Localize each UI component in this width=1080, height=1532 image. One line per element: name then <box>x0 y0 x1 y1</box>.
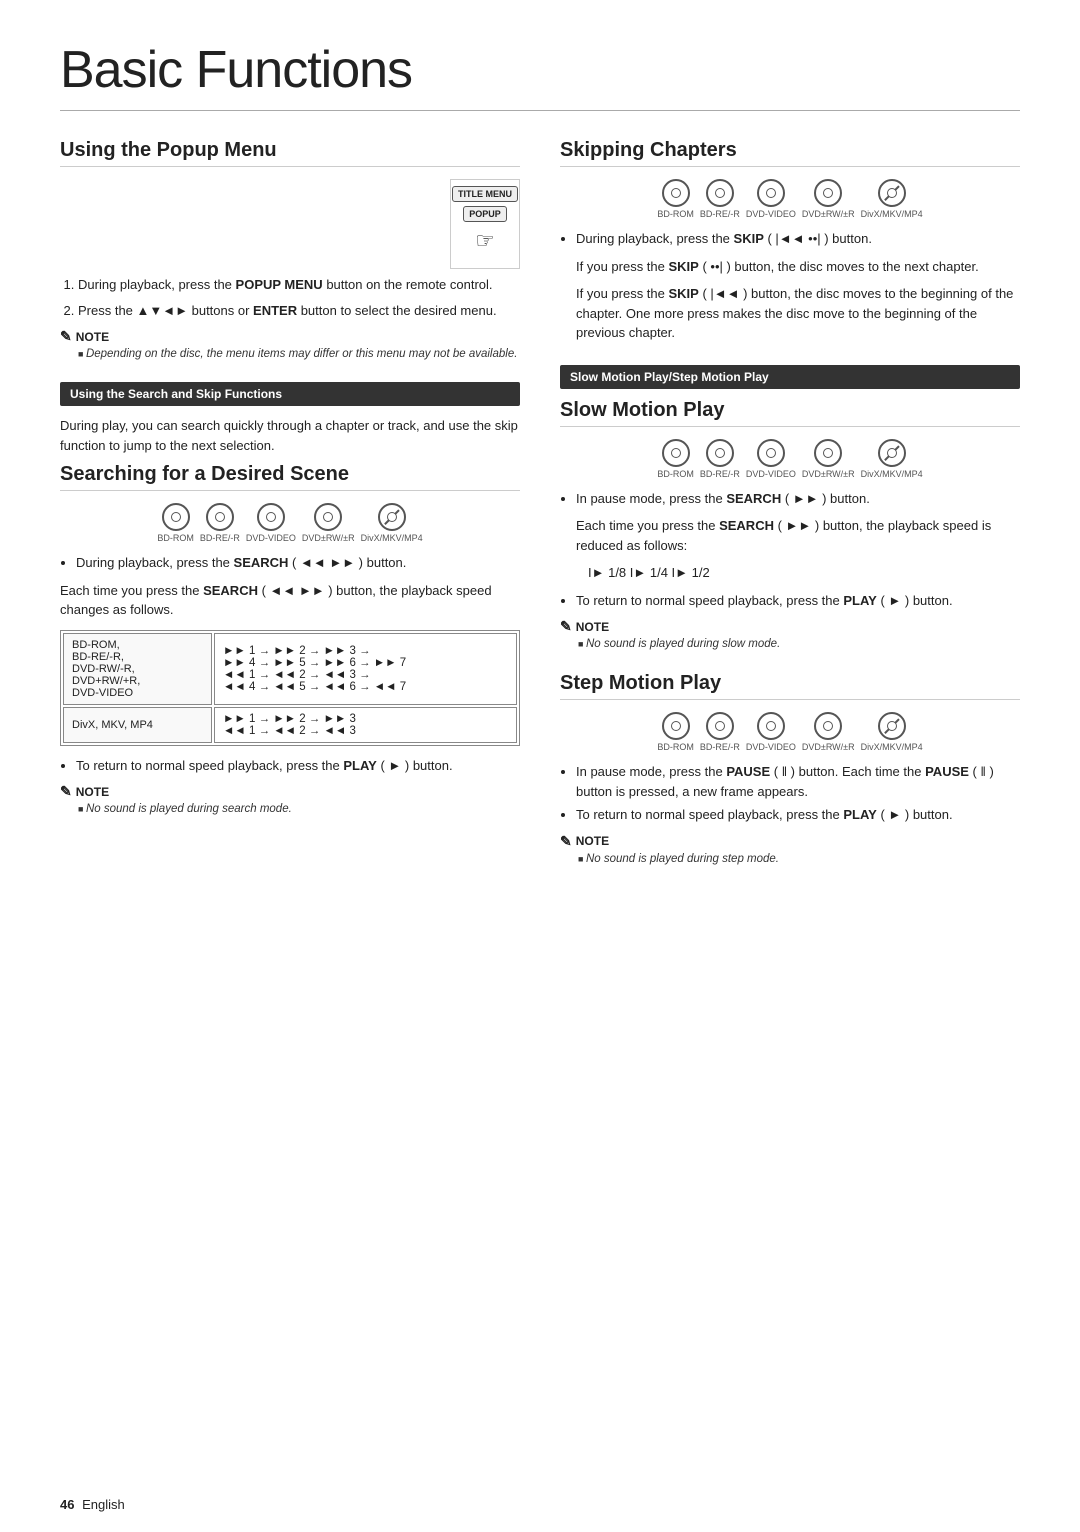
skipping-title: Skipping Chapters <box>560 139 1020 167</box>
note-icon: ✎ <box>60 328 72 345</box>
skipping-disc-icons: BD-ROM BD-RE/-R DVD-VIDEO DVD±RW/±R DivX… <box>560 179 1020 219</box>
search-skip-description: During play, you can search quickly thro… <box>60 416 520 455</box>
popup-menu-title: Using the Popup Menu <box>60 139 520 167</box>
searching-section: Searching for a Desired Scene BD-ROM BD-… <box>60 463 520 815</box>
step-disc-dvd-rw: DVD±RW/±R <box>802 712 855 752</box>
step-note: ✎ NOTE No sound is played during step mo… <box>560 833 1020 865</box>
step-note-text: No sound is played during step mode. <box>578 853 1020 865</box>
searching-note-title: ✎ NOTE <box>60 783 520 800</box>
search-skip-banner: Using the Search and Skip Functions <box>60 382 520 406</box>
page-language: English <box>82 1497 125 1512</box>
searching-note-text: No sound is played during search mode. <box>78 803 520 815</box>
skipping-bullet-1: During playback, press the SKIP ( |◄◄ ••… <box>576 229 1020 249</box>
disc-dvd-rw-r-circle <box>314 503 342 531</box>
slow-motion-section: Slow Motion Play BD-ROM BD-RE/-R DVD-VID… <box>560 399 1020 651</box>
remote-control-image: TITLE MENU POPUP ☞ <box>450 179 520 269</box>
skip-disc-dvd-rw: DVD±RW/±R <box>802 179 855 219</box>
step-disc-icons: BD-ROM BD-RE/-R DVD-VIDEO DVD±RW/±R DivX… <box>560 712 1020 752</box>
skipping-para-1: If you press the SKIP ( ••| ) button, th… <box>576 257 1020 277</box>
popup-note-text: Depending on the disc, the menu items ma… <box>78 348 520 360</box>
right-column: Skipping Chapters BD-ROM BD-RE/-R DVD-VI… <box>560 139 1020 887</box>
note-icon-2: ✎ <box>60 783 72 800</box>
speed-table: BD-ROM,BD-RE/-R,DVD-RW/-R,DVD+RW/+R,DVD-… <box>60 630 520 746</box>
left-column: Using the Popup Menu TITLE MENU POPUP ☞ … <box>60 139 520 887</box>
searching-bullet-2: To return to normal speed playback, pres… <box>76 756 520 776</box>
slow-disc-icons: BD-ROM BD-RE/-R DVD-VIDEO DVD±RW/±R DivX… <box>560 439 1020 479</box>
slow-disc-bd-re-r: BD-RE/-R <box>700 439 740 479</box>
page-number: 46 <box>60 1497 74 1512</box>
step-motion-section: Step Motion Play BD-ROM BD-RE/-R DVD-VID… <box>560 672 1020 865</box>
speed-table-values-1: ►► 1 → ►► 2 → ►► 3 → ►► 4 → ►► 5 → ►► 6 … <box>214 633 517 705</box>
slow-bullets: In pause mode, press the SEARCH ( ►► ) b… <box>576 489 1020 509</box>
slow-note-text: No sound is played during slow mode. <box>578 638 1020 650</box>
hand-icon: ☞ <box>475 228 495 254</box>
skip-disc-bd-rom: BD-ROM <box>657 179 694 219</box>
disc-dvd-rw-r: DVD±RW/±R <box>302 503 355 543</box>
page-title: Basic Functions <box>60 40 1020 111</box>
slow-note: ✎ NOTE No sound is played during slow mo… <box>560 618 1020 650</box>
skip-disc-bd-re-r: BD-RE/-R <box>700 179 740 219</box>
step-bullet-2: To return to normal speed playback, pres… <box>576 805 1020 825</box>
speed-table-label-2: DivX, MKV, MP4 <box>63 707 212 743</box>
slow-disc-dvd-video: DVD-VIDEO <box>746 439 796 479</box>
step-bullet-1: In pause mode, press the PAUSE ( ‖ ) but… <box>576 762 1020 801</box>
step-note-title: ✎ NOTE <box>560 833 1020 850</box>
searching-note: ✎ NOTE No sound is played during search … <box>60 783 520 815</box>
slow-note-title: ✎ NOTE <box>560 618 1020 635</box>
speed-table-row-1: BD-ROM,BD-RE/-R,DVD-RW/-R,DVD+RW/+R,DVD-… <box>63 633 517 705</box>
speed-table-label-1: BD-ROM,BD-RE/-R,DVD-RW/-R,DVD+RW/+R,DVD-… <box>63 633 212 705</box>
popup-note: ✎ NOTE Depending on the disc, the menu i… <box>60 328 520 360</box>
disc-bd-rom-circle <box>162 503 190 531</box>
slow-speeds: I► 1/8 I► 1/4 I► 1/2 <box>588 563 1020 583</box>
speed-table-values-2: ►► 1 → ►► 2 → ►► 3 ◄◄ 1 → ◄◄ 2 → ◄◄ 3 <box>214 707 517 743</box>
disc-bd-re-r-circle <box>206 503 234 531</box>
slow-bullet-1: In pause mode, press the SEARCH ( ►► ) b… <box>576 489 1020 509</box>
slow-motion-title: Slow Motion Play <box>560 399 1020 427</box>
popup-button: POPUP <box>463 206 507 222</box>
disc-bd-re-r: BD-RE/-R <box>200 503 240 543</box>
slow-bullets-2: To return to normal speed playback, pres… <box>576 591 1020 611</box>
speed-table-row-2: DivX, MKV, MP4 ►► 1 → ►► 2 → ►► 3 ◄◄ 1 →… <box>63 707 517 743</box>
title-menu-button: TITLE MENU <box>452 186 518 202</box>
skip-disc-dvd-video: DVD-VIDEO <box>746 179 796 219</box>
disc-dvd-video-circle <box>257 503 285 531</box>
skip-disc-divx: DivX/MKV/MP4 <box>861 179 923 219</box>
disc-dvd-video: DVD-VIDEO <box>246 503 296 543</box>
popup-menu-section: Using the Popup Menu TITLE MENU POPUP ☞ … <box>60 139 520 360</box>
note-icon-4: ✎ <box>560 833 572 850</box>
searching-bullets: During playback, press the SEARCH ( ◄◄ ►… <box>76 553 520 573</box>
disc-divx-mkv: DivX/MKV/MP4 <box>361 503 423 543</box>
searching-disc-icons: BD-ROM BD-RE/-R DVD-VIDEO DVD±RW/±R DivX… <box>60 503 520 543</box>
searching-bullet-1: During playback, press the SEARCH ( ◄◄ ►… <box>76 553 520 573</box>
popup-note-title: ✎ NOTE <box>60 328 520 345</box>
popup-step-2: Press the ▲▼◄► buttons or ENTER button t… <box>78 301 520 321</box>
step-bullets: In pause mode, press the PAUSE ( ‖ ) but… <box>576 762 1020 825</box>
skipping-section: Skipping Chapters BD-ROM BD-RE/-R DVD-VI… <box>560 139 1020 343</box>
slow-bullet-2: To return to normal speed playback, pres… <box>576 591 1020 611</box>
slow-step-banner: Slow Motion Play/Step Motion Play <box>560 365 1020 389</box>
popup-step-1: During playback, press the POPUP MENU bu… <box>78 275 520 295</box>
slow-para-1: Each time you press the SEARCH ( ►► ) bu… <box>576 516 1020 555</box>
popup-steps: During playback, press the POPUP MENU bu… <box>78 275 520 320</box>
skipping-para-2: If you press the SKIP ( |◄◄ ) button, th… <box>576 284 1020 343</box>
searching-para-1: Each time you press the SEARCH ( ◄◄ ►► )… <box>60 581 520 620</box>
step-disc-bd-re-r: BD-RE/-R <box>700 712 740 752</box>
skipping-bullets: During playback, press the SKIP ( |◄◄ ••… <box>576 229 1020 249</box>
step-disc-divx: DivX/MKV/MP4 <box>861 712 923 752</box>
note-icon-3: ✎ <box>560 618 572 635</box>
slow-disc-dvd-rw: DVD±RW/±R <box>802 439 855 479</box>
step-disc-bd-rom: BD-ROM <box>657 712 694 752</box>
page-footer: 46 English <box>60 1497 125 1512</box>
slow-disc-bd-rom: BD-ROM <box>657 439 694 479</box>
slow-disc-divx: DivX/MKV/MP4 <box>861 439 923 479</box>
step-disc-dvd-video: DVD-VIDEO <box>746 712 796 752</box>
step-motion-title: Step Motion Play <box>560 672 1020 700</box>
searching-bullets-2: To return to normal speed playback, pres… <box>76 756 520 776</box>
disc-bd-rom: BD-ROM <box>157 503 194 543</box>
disc-divx-mkv-circle <box>378 503 406 531</box>
searching-title: Searching for a Desired Scene <box>60 463 520 491</box>
